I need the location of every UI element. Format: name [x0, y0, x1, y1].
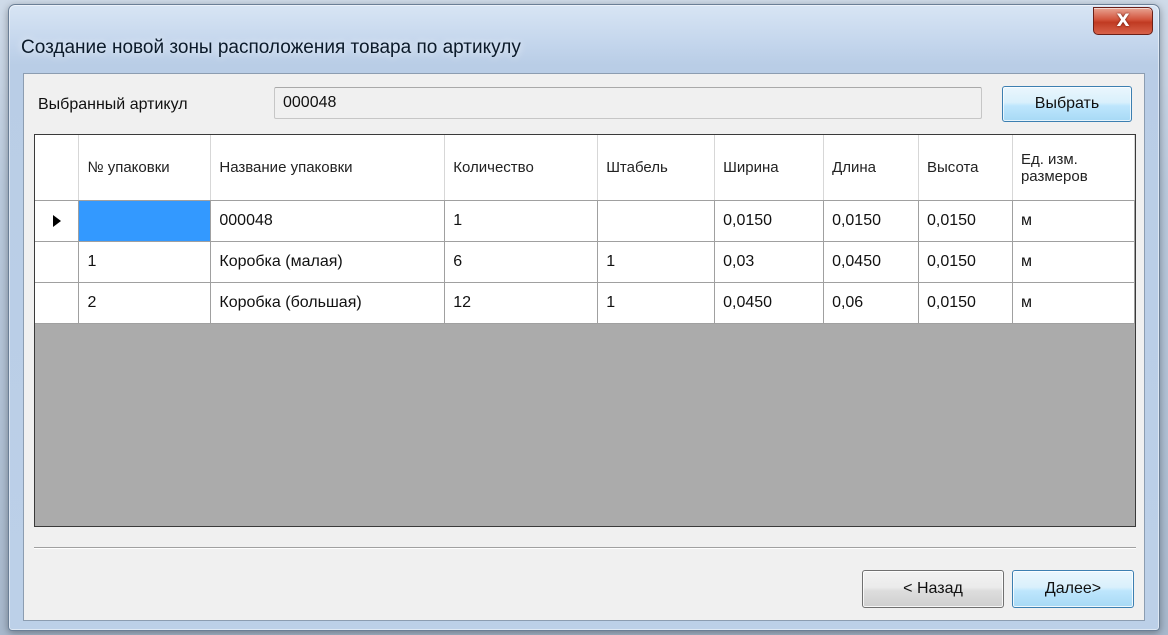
grid-cell[interactable]: 0,0150 [918, 241, 1013, 283]
column-header-quantity[interactable]: Количество [444, 135, 599, 201]
row-header[interactable] [35, 241, 80, 283]
column-header-stack[interactable]: Штабель [597, 135, 716, 201]
packages-table: № упаковки Название упаковки Количество … [35, 135, 1135, 324]
grid-header-row: № упаковки Название упаковки Количество … [35, 135, 1135, 201]
grid-cell[interactable]: 000048 [210, 200, 446, 242]
grid-cell[interactable]: 0,0150 [918, 200, 1013, 242]
grid-cell-selected[interactable] [78, 200, 212, 242]
table-row[interactable]: 000048 1 0,0150 0,0150 0,0150 м [35, 200, 1135, 242]
column-header-size-unit[interactable]: Ед. изм. размеров [1012, 135, 1135, 201]
column-header-height[interactable]: Высота [918, 135, 1013, 201]
grid-cell[interactable]: 1 [597, 282, 716, 324]
title-bar[interactable]: Создание новой зоны расположения товара … [9, 5, 1159, 75]
footer-divider [34, 547, 1136, 549]
table-row[interactable]: 1 Коробка (малая) 6 1 0,03 0,0450 0,0150… [35, 241, 1135, 283]
select-article-button[interactable]: Выбрать [1002, 86, 1132, 122]
grid-cell[interactable]: 0,0450 [823, 241, 920, 283]
grid-cell[interactable]: 1 [78, 241, 212, 283]
column-header-package-name[interactable]: Название упаковки [210, 135, 446, 201]
grid-cell[interactable]: 6 [444, 241, 599, 283]
article-label: Выбранный артикул [38, 96, 188, 113]
dialog-window: Создание новой зоны расположения товара … [8, 4, 1160, 631]
row-header[interactable] [35, 282, 80, 324]
grid-cell[interactable]: Коробка (большая) [210, 282, 446, 324]
back-button[interactable]: < Назад [862, 570, 1004, 608]
packages-grid[interactable]: № упаковки Название упаковки Количество … [34, 134, 1136, 527]
grid-cell[interactable]: м [1012, 282, 1135, 324]
grid-cell[interactable]: 0,0450 [714, 282, 825, 324]
next-button[interactable]: Далее> [1012, 570, 1134, 608]
grid-cell[interactable]: 0,0150 [918, 282, 1013, 324]
table-row[interactable]: 2 Коробка (большая) 12 1 0,0450 0,06 0,0… [35, 282, 1135, 324]
grid-cell[interactable]: 12 [444, 282, 599, 324]
column-header-length[interactable]: Длина [823, 135, 920, 201]
grid-cell[interactable]: 0,06 [823, 282, 920, 324]
grid-cell[interactable]: 1 [444, 200, 599, 242]
close-icon: X [1116, 11, 1130, 31]
grid-cell[interactable]: 2 [78, 282, 212, 324]
grid-cell[interactable]: 0,03 [714, 241, 825, 283]
grid-cell[interactable]: Коробка (малая) [210, 241, 446, 283]
grid-cell[interactable]: 0,0150 [714, 200, 825, 242]
current-row-arrow-icon [52, 214, 61, 227]
window-title: Создание новой зоны расположения товара … [21, 37, 521, 58]
grid-cell[interactable]: 1 [597, 241, 716, 283]
close-button[interactable]: X [1093, 7, 1153, 35]
grid-corner-cell[interactable] [35, 135, 80, 201]
dialog-client-area: Выбранный артикул Выбрать [23, 73, 1145, 621]
row-header-current[interactable] [35, 200, 80, 242]
grid-cell[interactable]: 0,0150 [823, 200, 920, 242]
column-header-package-number[interactable]: № упаковки [78, 135, 212, 201]
article-field[interactable] [274, 87, 982, 119]
column-header-width[interactable]: Ширина [714, 135, 825, 201]
grid-cell[interactable] [597, 200, 716, 242]
grid-cell[interactable]: м [1012, 241, 1135, 283]
grid-cell[interactable]: м [1012, 200, 1135, 242]
